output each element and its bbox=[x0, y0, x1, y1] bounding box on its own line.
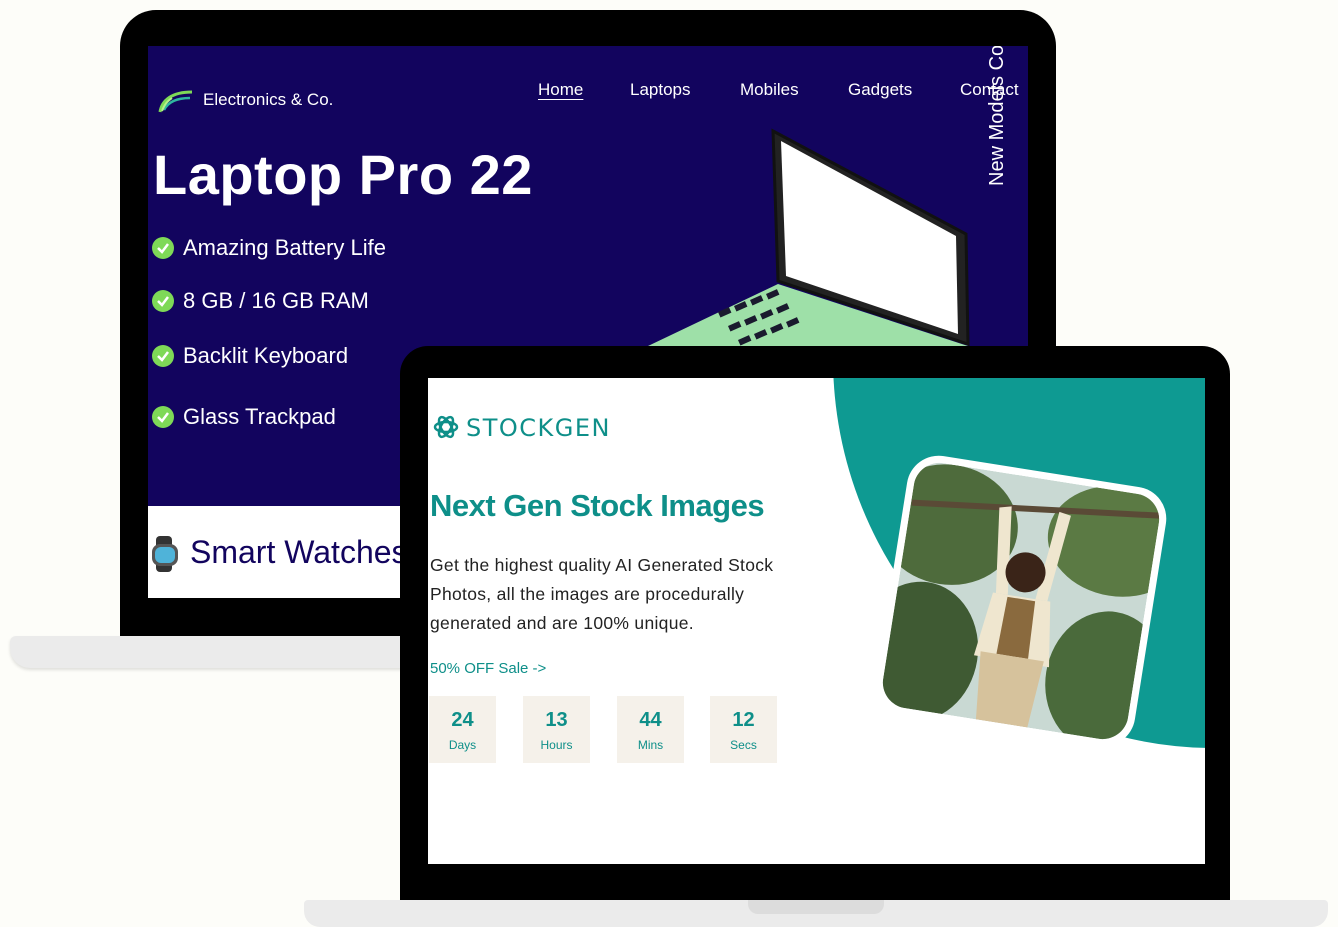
feature-item: Amazing Battery Life bbox=[152, 235, 386, 261]
check-icon bbox=[152, 345, 174, 367]
feature-item: 8 GB / 16 GB RAM bbox=[152, 288, 369, 314]
laptop-illustration bbox=[648, 128, 978, 356]
feature-label: Amazing Battery Life bbox=[183, 235, 386, 260]
countdown-unit: Secs bbox=[730, 738, 757, 752]
stockgen-brand[interactable]: STOCKGEN bbox=[466, 414, 611, 442]
smart-watches-heading: Smart Watches bbox=[190, 534, 408, 570]
nav-gadgets[interactable]: Gadgets bbox=[848, 80, 912, 100]
countdown-mins: 44 Mins bbox=[617, 696, 684, 763]
feature-label: 8 GB / 16 GB RAM bbox=[183, 288, 369, 313]
countdown-value: 13 bbox=[545, 709, 568, 731]
feature-label: Glass Trackpad bbox=[183, 404, 336, 429]
check-icon bbox=[152, 237, 174, 259]
countdown-value: 44 bbox=[639, 709, 662, 731]
hero-photo-image bbox=[879, 459, 1163, 743]
nav-laptops[interactable]: Laptops bbox=[630, 80, 691, 100]
nav-mobiles[interactable]: Mobiles bbox=[740, 80, 799, 100]
countdown-unit: Mins bbox=[637, 738, 664, 752]
countdown-hours: 13 Hours bbox=[523, 696, 590, 763]
countdown-days: 24 Days bbox=[429, 696, 496, 763]
nav-home[interactable]: Home bbox=[538, 80, 583, 100]
sale-link[interactable]: 50% OFF Sale -> bbox=[430, 660, 546, 677]
countdown-value: 12 bbox=[732, 709, 755, 731]
front-laptop-screen: STOCKGEN Next Gen Stock Images Get the h… bbox=[428, 378, 1205, 864]
countdown-unit: Hours bbox=[540, 738, 573, 752]
stockgen-logo-icon bbox=[433, 415, 459, 439]
product-title: Laptop Pro 22 bbox=[153, 143, 533, 206]
hero-headline: Next Gen Stock Images bbox=[430, 488, 765, 523]
check-icon bbox=[152, 290, 174, 312]
feature-label: Backlit Keyboard bbox=[183, 343, 349, 368]
hero-description: Get the highest quality AI Generated Sto… bbox=[430, 555, 774, 633]
countdown-value: 24 bbox=[451, 709, 474, 731]
feature-item: Glass Trackpad bbox=[152, 404, 336, 430]
front-laptop-notch bbox=[748, 900, 884, 914]
feature-item: Backlit Keyboard bbox=[152, 343, 348, 369]
smartwatch-icon bbox=[152, 536, 178, 572]
check-icon bbox=[152, 406, 174, 428]
hero-photo bbox=[871, 451, 1171, 751]
countdown-secs: 12 Secs bbox=[710, 696, 777, 763]
vertical-coming-soon: New Models Coming Soon bbox=[986, 46, 1008, 186]
leaf-logo-icon bbox=[158, 90, 193, 113]
brand-name[interactable]: Electronics & Co. bbox=[203, 90, 333, 110]
countdown-unit: Days bbox=[448, 738, 477, 752]
